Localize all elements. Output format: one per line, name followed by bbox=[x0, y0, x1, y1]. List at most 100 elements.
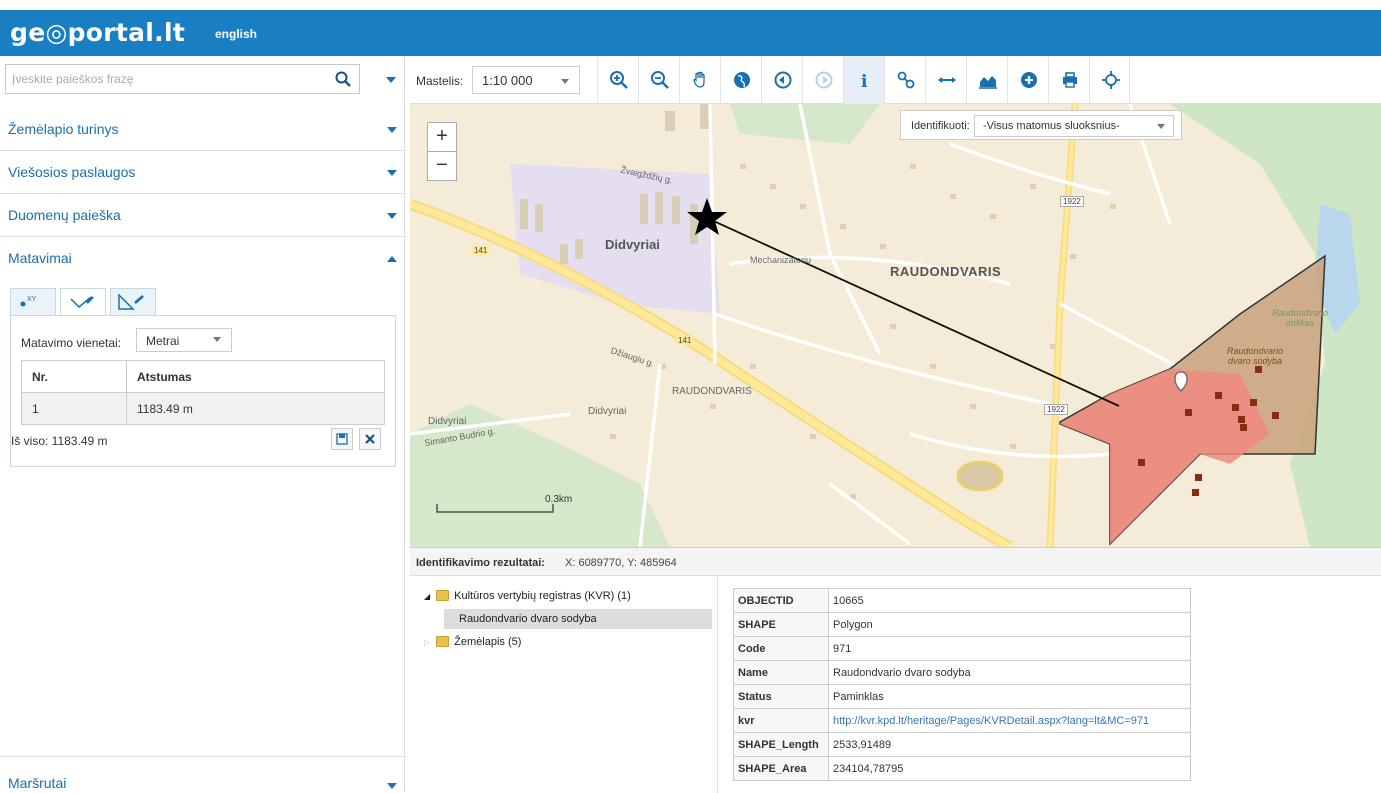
pan-button[interactable] bbox=[679, 56, 720, 104]
identify-value: -Visus matomus sluoksnius- bbox=[983, 120, 1120, 132]
measure-panel: XY Matavimo vienetai: Metrai Nr. Atstuma… bbox=[10, 288, 396, 468]
add-button[interactable] bbox=[1007, 56, 1048, 104]
scale-select[interactable]: 1:10 000 bbox=[472, 66, 580, 94]
map-label-didvyriai-3: Didvyriai bbox=[588, 406, 627, 417]
left-panel: Žemėlapio turinys Viešosios paslaugos Du… bbox=[0, 56, 405, 792]
add-icon bbox=[1021, 72, 1037, 88]
search-options-chevron-icon[interactable] bbox=[386, 77, 396, 83]
table-row[interactable]: 1 1183.49 m bbox=[21, 392, 385, 425]
print-icon bbox=[1063, 72, 1077, 88]
units-select[interactable]: Metrai bbox=[136, 328, 232, 352]
tree-node-zemelapis[interactable]: ▷ Žemėlapis (5) bbox=[424, 636, 521, 648]
tree-node-label: Žemėlapis (5) bbox=[454, 636, 522, 648]
link-icon bbox=[897, 71, 915, 89]
section-matavimai[interactable]: Matavimai bbox=[0, 237, 405, 280]
measure-table: Nr. Atstumas 1 1183.49 m bbox=[21, 360, 385, 425]
locate-icon bbox=[1102, 71, 1120, 89]
table-row: SHAPE_Length 2533,91489 bbox=[733, 732, 1191, 757]
identify-layer-select[interactable]: -Visus matomus sluoksnius- bbox=[974, 115, 1174, 137]
section-viesosios-paslaugos[interactable]: Viešosios paslaugos bbox=[0, 151, 405, 194]
attr-value: 234104,78795 bbox=[828, 756, 1191, 781]
previous-extent-button[interactable] bbox=[761, 56, 802, 104]
measure-line-icon bbox=[70, 296, 94, 309]
search-icon[interactable] bbox=[335, 71, 351, 87]
save-icon bbox=[336, 433, 348, 445]
zoom-out-button[interactable] bbox=[638, 56, 679, 104]
tree-node-raudondvario[interactable]: Raudondvario dvaro sodyba bbox=[459, 613, 597, 625]
link-button[interactable] bbox=[884, 56, 925, 104]
collapsed-triangle-icon: ▷ bbox=[424, 638, 431, 647]
section-label: Matavimai bbox=[8, 250, 72, 266]
kvr-link[interactable]: http://kvr.kpd.lt/heritage/Pages/KVRDeta… bbox=[833, 715, 1149, 727]
section-zemelapio-turinys[interactable]: Žemėlapio turinys bbox=[0, 108, 405, 151]
identify-label: Identifikuoti: bbox=[911, 120, 970, 132]
section-label: Viešosios paslaugos bbox=[8, 164, 136, 180]
zoom-in-button[interactable] bbox=[597, 56, 638, 104]
locate-button[interactable] bbox=[1089, 56, 1130, 104]
svg-text:i: i bbox=[861, 72, 868, 90]
measure-distance-button[interactable] bbox=[925, 56, 966, 104]
identify-panel: Identifikuoti: -Visus matomus sluoksnius… bbox=[900, 110, 1182, 140]
map-label-road: 141 bbox=[472, 246, 490, 255]
close-icon bbox=[365, 434, 375, 444]
next-extent-icon bbox=[815, 71, 833, 89]
measure-total: Iš viso: 1183.49 m bbox=[11, 434, 108, 448]
attr-value: Polygon bbox=[828, 612, 1191, 637]
attributes-table: OBJECTID 10665 SHAPE Polygon Code 971 Name R… bbox=[733, 588, 1191, 781]
pan-hand-icon bbox=[693, 71, 705, 88]
map-label-road: 141 bbox=[676, 336, 694, 345]
table-row: Name Raudondvario dvaro sodyba bbox=[733, 660, 1191, 685]
cell-distance: 1183.49 m bbox=[126, 392, 385, 425]
clear-measure-button[interactable] bbox=[359, 428, 381, 450]
map-label-forest: Raudondvario miškas bbox=[1271, 308, 1329, 328]
section-label: Žemėlapio turinys bbox=[8, 121, 119, 137]
folder-icon bbox=[436, 590, 450, 601]
map-canvas[interactable]: Didvyriai RAUDONDVARIS RAUDONDVARIS Didv… bbox=[410, 104, 1381, 547]
language-link[interactable]: english bbox=[215, 27, 257, 41]
map-label-raudondvaris-small: RAUDONDVARIS bbox=[672, 386, 752, 397]
map-zoom-out-button[interactable]: − bbox=[427, 151, 457, 181]
scale-bar-label: 0.3km bbox=[545, 494, 573, 505]
chevron-down-icon bbox=[387, 170, 397, 176]
print-button[interactable] bbox=[1048, 56, 1089, 104]
table-row: Code 971 bbox=[733, 636, 1191, 661]
next-extent-button[interactable] bbox=[802, 56, 843, 104]
tab-measure-area[interactable] bbox=[110, 288, 156, 316]
measure-area-icon bbox=[118, 293, 144, 310]
header-bar: ge◎portal.lt english bbox=[0, 10, 1381, 56]
tree-node-kvr[interactable]: ◢ Kultūros vertybių registras (KVR) (1) bbox=[424, 590, 631, 602]
attr-value: Raudondvario dvaro sodyba bbox=[828, 660, 1191, 685]
attr-value: 971 bbox=[828, 636, 1191, 661]
expanded-triangle-icon: ◢ bbox=[424, 592, 431, 601]
elevation-profile-button[interactable] bbox=[966, 56, 1007, 104]
globe-icon bbox=[734, 72, 750, 88]
attr-value: 2533,91489 bbox=[828, 732, 1191, 757]
attr-key: kvr bbox=[733, 708, 829, 733]
zoom-out-icon bbox=[651, 71, 669, 89]
logo[interactable]: ge◎portal.lt bbox=[10, 18, 185, 47]
full-extent-button[interactable] bbox=[720, 56, 761, 104]
scale-value: 1:10 000 bbox=[482, 73, 533, 88]
map-toolbar: Mastelis: 1:10 000 i bbox=[410, 56, 1381, 104]
results-coordinates: X: 6089770, Y: 485964 bbox=[565, 557, 677, 569]
table-row: Status Paminklas bbox=[733, 684, 1191, 709]
attr-key: SHAPE bbox=[733, 612, 829, 637]
attr-key: Status bbox=[733, 684, 829, 709]
map-zoom-in-button[interactable]: + bbox=[427, 122, 457, 152]
identify-button[interactable]: i bbox=[843, 56, 884, 104]
section-label: Maršrutai bbox=[8, 775, 67, 791]
section-marsrutai[interactable]: Maršrutai bbox=[0, 756, 405, 792]
dropdown-arrow-icon bbox=[561, 79, 569, 84]
attr-key: Code bbox=[733, 636, 829, 661]
section-duomenu-paieska[interactable]: Duomenų paieška bbox=[0, 194, 405, 237]
tree-node-label: Kultūros vertybių registras (KVR) (1) bbox=[454, 590, 631, 602]
map-image bbox=[410, 104, 1381, 547]
tree-node-label: Raudondvario dvaro sodyba bbox=[459, 613, 597, 625]
map-label-road: 1922 bbox=[1060, 196, 1084, 207]
search-input[interactable] bbox=[6, 65, 326, 93]
save-measure-button[interactable] bbox=[331, 428, 353, 450]
tab-measure-distance[interactable] bbox=[60, 288, 106, 316]
attr-value: Paminklas bbox=[828, 684, 1191, 709]
tab-measure-point[interactable]: XY bbox=[10, 288, 56, 316]
column-header-distance: Atstumas bbox=[126, 360, 385, 393]
